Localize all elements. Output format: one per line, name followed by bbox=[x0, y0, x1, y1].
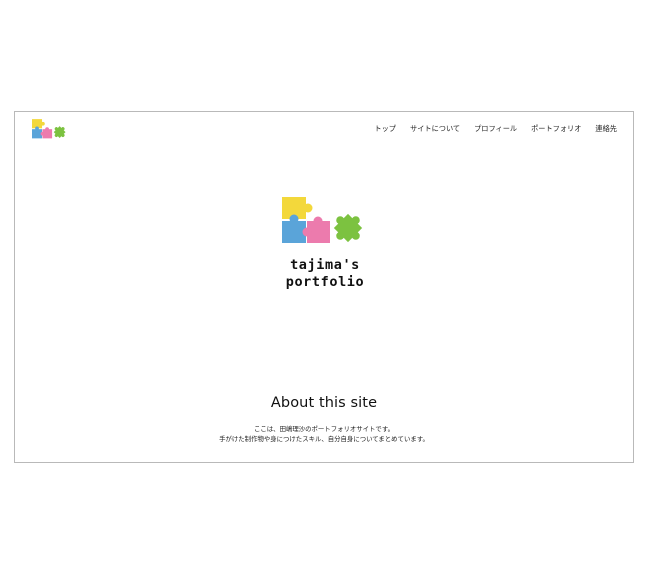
about-text-line2: 手がけた制作物や身につけたスキル、自分自身についてまとめています。 bbox=[219, 435, 429, 443]
nav-item-portfolio[interactable]: ポートフォリオ bbox=[531, 124, 581, 134]
puzzle-pieces-logo-icon[interactable] bbox=[32, 119, 68, 141]
nav-item-about[interactable]: サイトについて bbox=[410, 124, 460, 134]
global-nav: トップ サイトについて プロフィール ポートフォリオ 連絡先 bbox=[374, 124, 617, 134]
about-text-line1: ここは、田嶋理沙のポートフォリオサイトです。 bbox=[254, 425, 394, 433]
about-description: ここは、田嶋理沙のポートフォリオサイトです。 手がけた制作物や身につけたスキル、… bbox=[15, 424, 633, 444]
site-frame: トップ サイトについて プロフィール ポートフォリオ 連絡先 tajima's … bbox=[14, 111, 634, 463]
about-heading: About this site bbox=[270, 395, 378, 411]
nav-item-contact[interactable]: 連絡先 bbox=[595, 124, 617, 134]
nav-item-top[interactable]: トップ bbox=[374, 124, 396, 134]
site-brand-title: tajima's portfolio bbox=[225, 257, 425, 291]
brand-title-line1: tajima's bbox=[290, 257, 360, 273]
brand-title-line2: portfolio bbox=[285, 274, 365, 290]
puzzle-pieces-logo-icon bbox=[282, 197, 363, 243]
nav-item-profile[interactable]: プロフィール bbox=[474, 124, 517, 134]
